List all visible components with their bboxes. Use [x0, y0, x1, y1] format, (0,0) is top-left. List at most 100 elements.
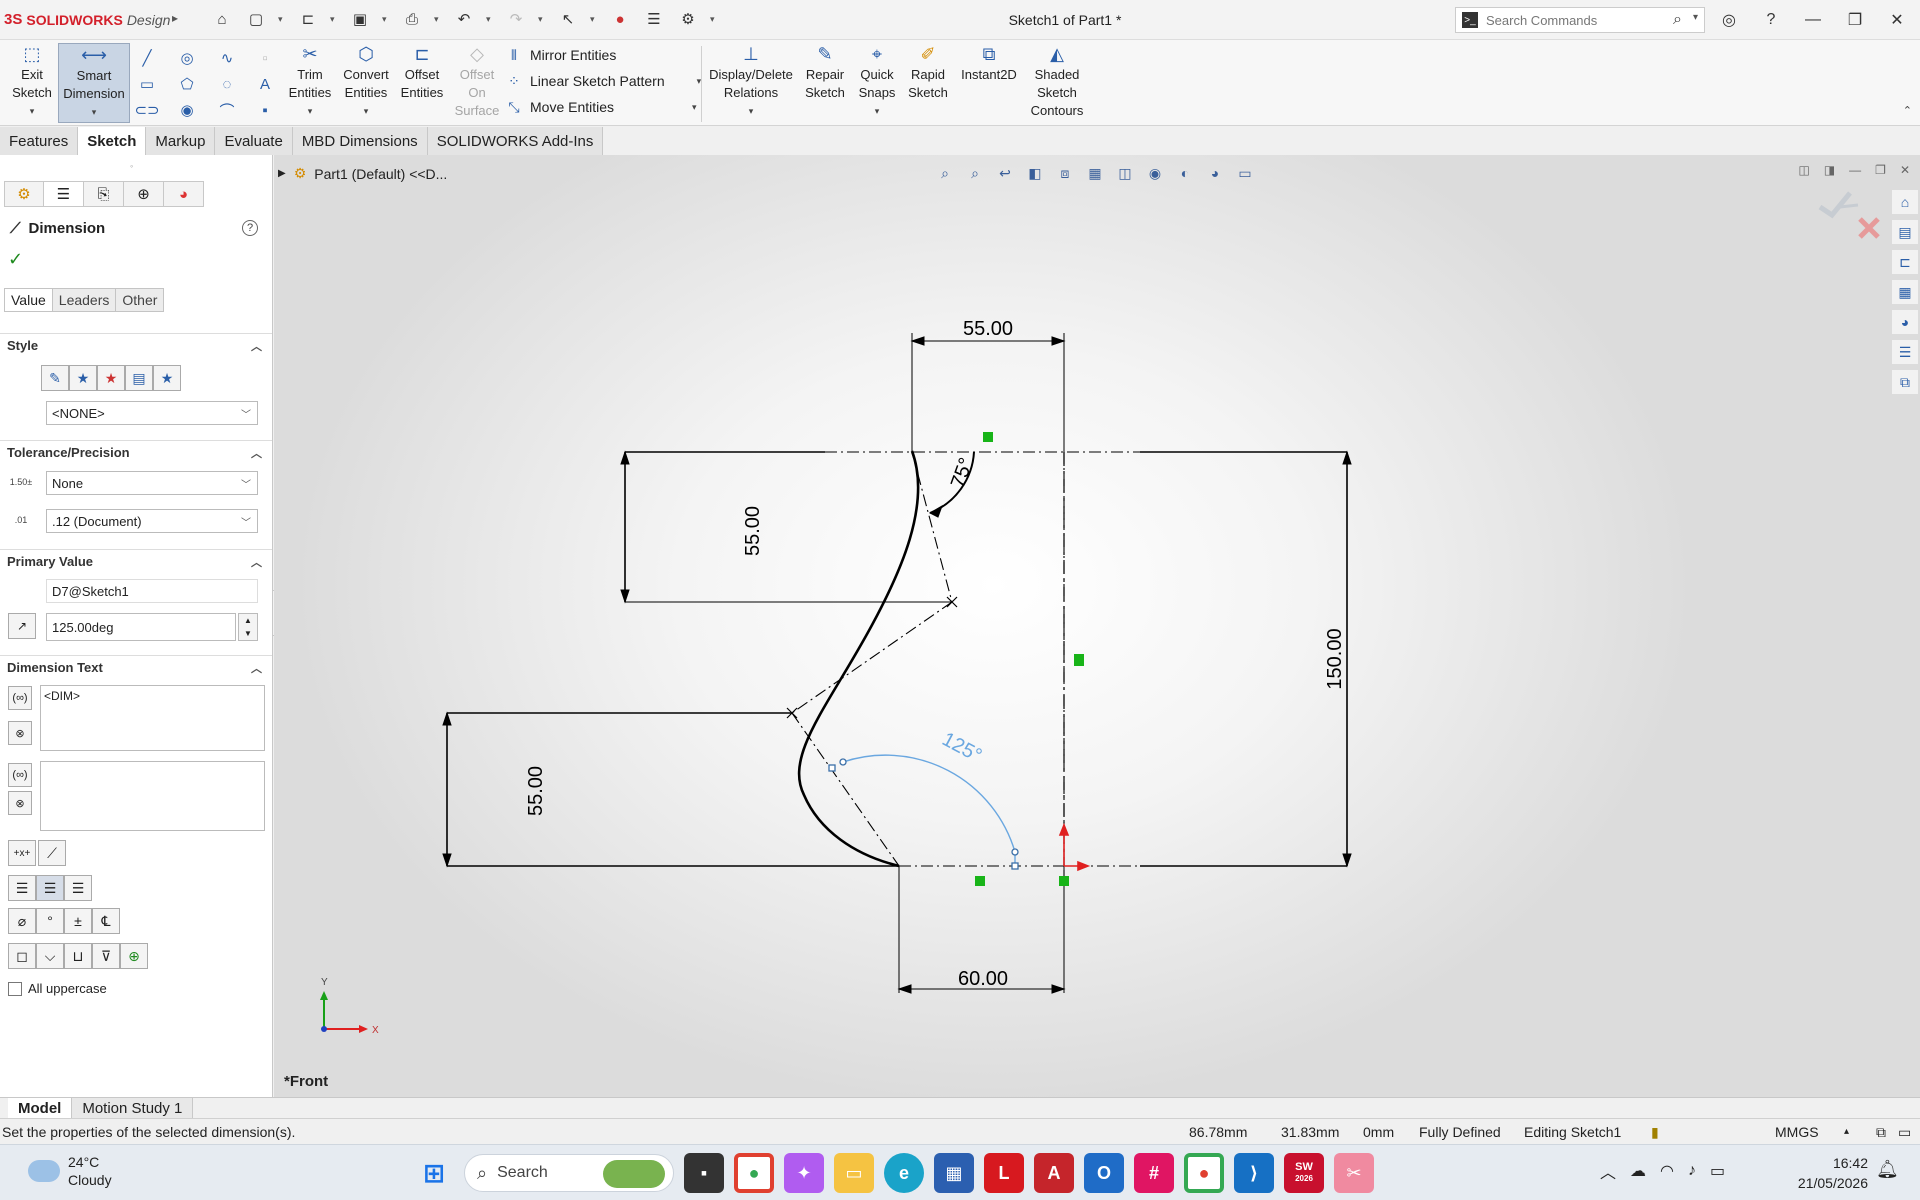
weather-widget[interactable]: 24°C Cloudy	[28, 1153, 112, 1189]
chrome-icon[interactable]: ●	[734, 1153, 774, 1193]
help-icon[interactable]: ?	[1757, 6, 1785, 34]
dimension-name-field[interactable]: D7@Sketch1	[46, 579, 258, 603]
selected-handle-arc-start[interactable]	[839, 758, 847, 766]
tolerance-type-dropdown[interactable]: None ﹀	[46, 471, 258, 495]
solidworks-taskbar-icon[interactable]: SW 2026	[1284, 1153, 1324, 1193]
edge-icon[interactable]: e	[884, 1153, 924, 1193]
display-manager-tab[interactable]: ◕	[164, 181, 204, 207]
user-account-icon[interactable]: ◎	[1715, 6, 1743, 34]
chevron-down-icon[interactable]: ▾	[92, 103, 97, 121]
depth-symbol-button[interactable]: ⊽	[92, 943, 120, 969]
tolerance-section-header[interactable]: Tolerance/Precision ︿	[0, 440, 272, 464]
linear-sketch-pattern-button[interactable]: ⁘ Linear Sketch Pattern ▾	[506, 70, 701, 92]
taskbar-search[interactable]: ⌕ Search	[464, 1154, 674, 1192]
style-section-header[interactable]: Style ︿	[0, 333, 272, 357]
comments-icon[interactable]: ⧉	[1876, 1124, 1886, 1141]
reverse-direction-button[interactable]: ↗	[8, 613, 36, 639]
all-uppercase-option[interactable]: All uppercase	[8, 981, 107, 996]
sketch-plane-icon[interactable]: ▫	[254, 47, 276, 69]
dimension-value-input[interactable]: 125.00deg	[46, 613, 236, 641]
align-center-button[interactable]: ☰	[36, 875, 64, 901]
collapse-caret-icon[interactable]: ︿	[251, 554, 262, 570]
load-style-button[interactable]: ★	[153, 365, 181, 391]
leader-style-button[interactable]: ⟋	[38, 840, 66, 866]
center-dimension-button[interactable]: ⊗	[8, 721, 32, 745]
inspection-dimension-button[interactable]: (∞)	[8, 763, 32, 787]
dim-overall-height-text[interactable]: 150.00	[1324, 628, 1346, 689]
panel-splitter-handle[interactable]: ◦	[130, 161, 133, 171]
collapse-caret-icon[interactable]: ︿	[251, 660, 262, 676]
tab-mbd-dimensions[interactable]: MBD Dimensions	[292, 127, 428, 155]
battery-icon[interactable]: ▭	[1710, 1161, 1725, 1181]
convert-entities-button[interactable]: ⬡ Convert Entities ▾	[338, 43, 394, 123]
repair-sketch-button[interactable]: ✎ Repair Sketch	[800, 43, 850, 123]
more-symbols-button[interactable]: ⊕	[120, 943, 148, 969]
move-entities-button[interactable]: ⤡ Move Entities ▾	[506, 96, 696, 118]
offset-entities-button[interactable]: ⊏ Offset Entities	[396, 43, 448, 123]
show-hidden-icons[interactable]: ︿	[1600, 1159, 1616, 1183]
acrobat-icon[interactable]: A	[1034, 1153, 1074, 1193]
slack-icon[interactable]: #	[1134, 1153, 1174, 1193]
instant2d-button[interactable]: ⧉ Instant2D	[956, 43, 1022, 123]
all-uppercase-checkbox[interactable]	[8, 981, 22, 996]
chevron-down-icon[interactable]: ▾	[30, 102, 35, 120]
copilot-icon[interactable]: ✦	[784, 1153, 824, 1193]
degree-symbol-button[interactable]: °	[36, 908, 64, 934]
add-parentheses-button[interactable]: (∞)	[8, 686, 32, 710]
tab-model[interactable]: Model	[8, 1098, 73, 1119]
vscode-icon[interactable]: ⟩	[1234, 1153, 1274, 1193]
chevron-down-icon[interactable]: ▾	[364, 102, 369, 120]
unit-dropdown-icon[interactable]: ▴	[1844, 1126, 1849, 1137]
tags-icon[interactable]: ▭	[1898, 1124, 1911, 1141]
align-left-button[interactable]: ☰	[8, 875, 36, 901]
dim-top-width-text[interactable]: 55.00	[963, 318, 1013, 340]
outlook-icon[interactable]: O	[1084, 1153, 1124, 1193]
countersink-symbol-button[interactable]: ⌵	[36, 943, 64, 969]
search-commands-field[interactable]: >_ Search Commands ⌕ ▾	[1455, 7, 1705, 33]
fixed-relation-marker[interactable]	[1059, 876, 1069, 886]
align-right-button[interactable]: ☰	[64, 875, 92, 901]
value-spin-stepper[interactable]: ▲ ▼	[238, 613, 258, 641]
file-explorer-icon[interactable]: ▭	[834, 1153, 874, 1193]
dimension-text-section-header[interactable]: Dimension Text ︿	[0, 655, 272, 679]
selected-handle-end[interactable]	[1011, 862, 1019, 870]
smart-dimension-button[interactable]: ⟷ Smart Dimension ▾	[58, 43, 130, 123]
slot-icon[interactable]: ⊂⊃	[134, 99, 159, 121]
chrome-profile-icon[interactable]: ●	[1184, 1153, 1224, 1193]
selected-handle-start[interactable]	[828, 764, 836, 772]
selected-handle-arc-end[interactable]	[1011, 848, 1019, 856]
rapid-sketch-button[interactable]: ✐ Rapid Sketch	[904, 43, 952, 123]
collapse-caret-icon[interactable]: ︿	[251, 445, 262, 461]
mirror-entities-button[interactable]: ⫴ Mirror Entities	[506, 44, 616, 66]
spin-down-icon[interactable]: ▼	[244, 629, 252, 638]
search-icon[interactable]: ⌕	[1673, 11, 1682, 29]
restore-icon[interactable]: ❐	[1841, 6, 1869, 34]
horizontal-relation-marker-bottom[interactable]	[975, 876, 985, 886]
offset-on-surface-button[interactable]: ◇ Offset On Surface	[452, 43, 502, 123]
dimension-text-lower-area[interactable]	[40, 761, 265, 831]
graphics-area[interactable]: ▶ ⚙ Part1 (Default) <<D... ⌕ ⌕ ↩ ◧ ⧈ ▦ ◫…	[274, 155, 1920, 1097]
primary-value-section-header[interactable]: Primary Value ︿	[0, 549, 272, 573]
text-icon[interactable]: A	[254, 73, 276, 95]
circle-icon[interactable]: ◎	[176, 47, 198, 69]
subtab-value[interactable]: Value	[4, 288, 53, 312]
subtab-other[interactable]: Other	[116, 288, 165, 312]
onedrive-off-icon[interactable]: ☁	[1630, 1161, 1646, 1181]
close-icon[interactable]: ✕	[1883, 6, 1911, 34]
dim-selected-angle-arc[interactable]	[842, 754, 1016, 853]
apply-default-style-button[interactable]: ✎	[41, 365, 69, 391]
windows-start-icon[interactable]: ⊞	[414, 1153, 454, 1193]
chevron-down-icon[interactable]: ▾	[1693, 12, 1698, 23]
status-unit-system[interactable]: MMGS	[1775, 1124, 1819, 1140]
feature-manager-tab[interactable]: ⚙	[4, 181, 44, 207]
add-style-button[interactable]: ★	[69, 365, 97, 391]
style-dropdown[interactable]: <NONE> ﹀	[46, 401, 258, 425]
rectangle-icon[interactable]: ▭	[136, 73, 158, 95]
save-style-button[interactable]: ▤	[125, 365, 153, 391]
help-icon[interactable]: ?	[242, 220, 258, 236]
collapse-caret-icon[interactable]: ︿	[251, 338, 262, 354]
task-view-icon[interactable]: ▪	[684, 1153, 724, 1193]
spline-icon[interactable]: ∿	[216, 47, 238, 69]
line-icon[interactable]: ╱	[136, 47, 158, 69]
spin-up-icon[interactable]: ▲	[244, 616, 252, 625]
